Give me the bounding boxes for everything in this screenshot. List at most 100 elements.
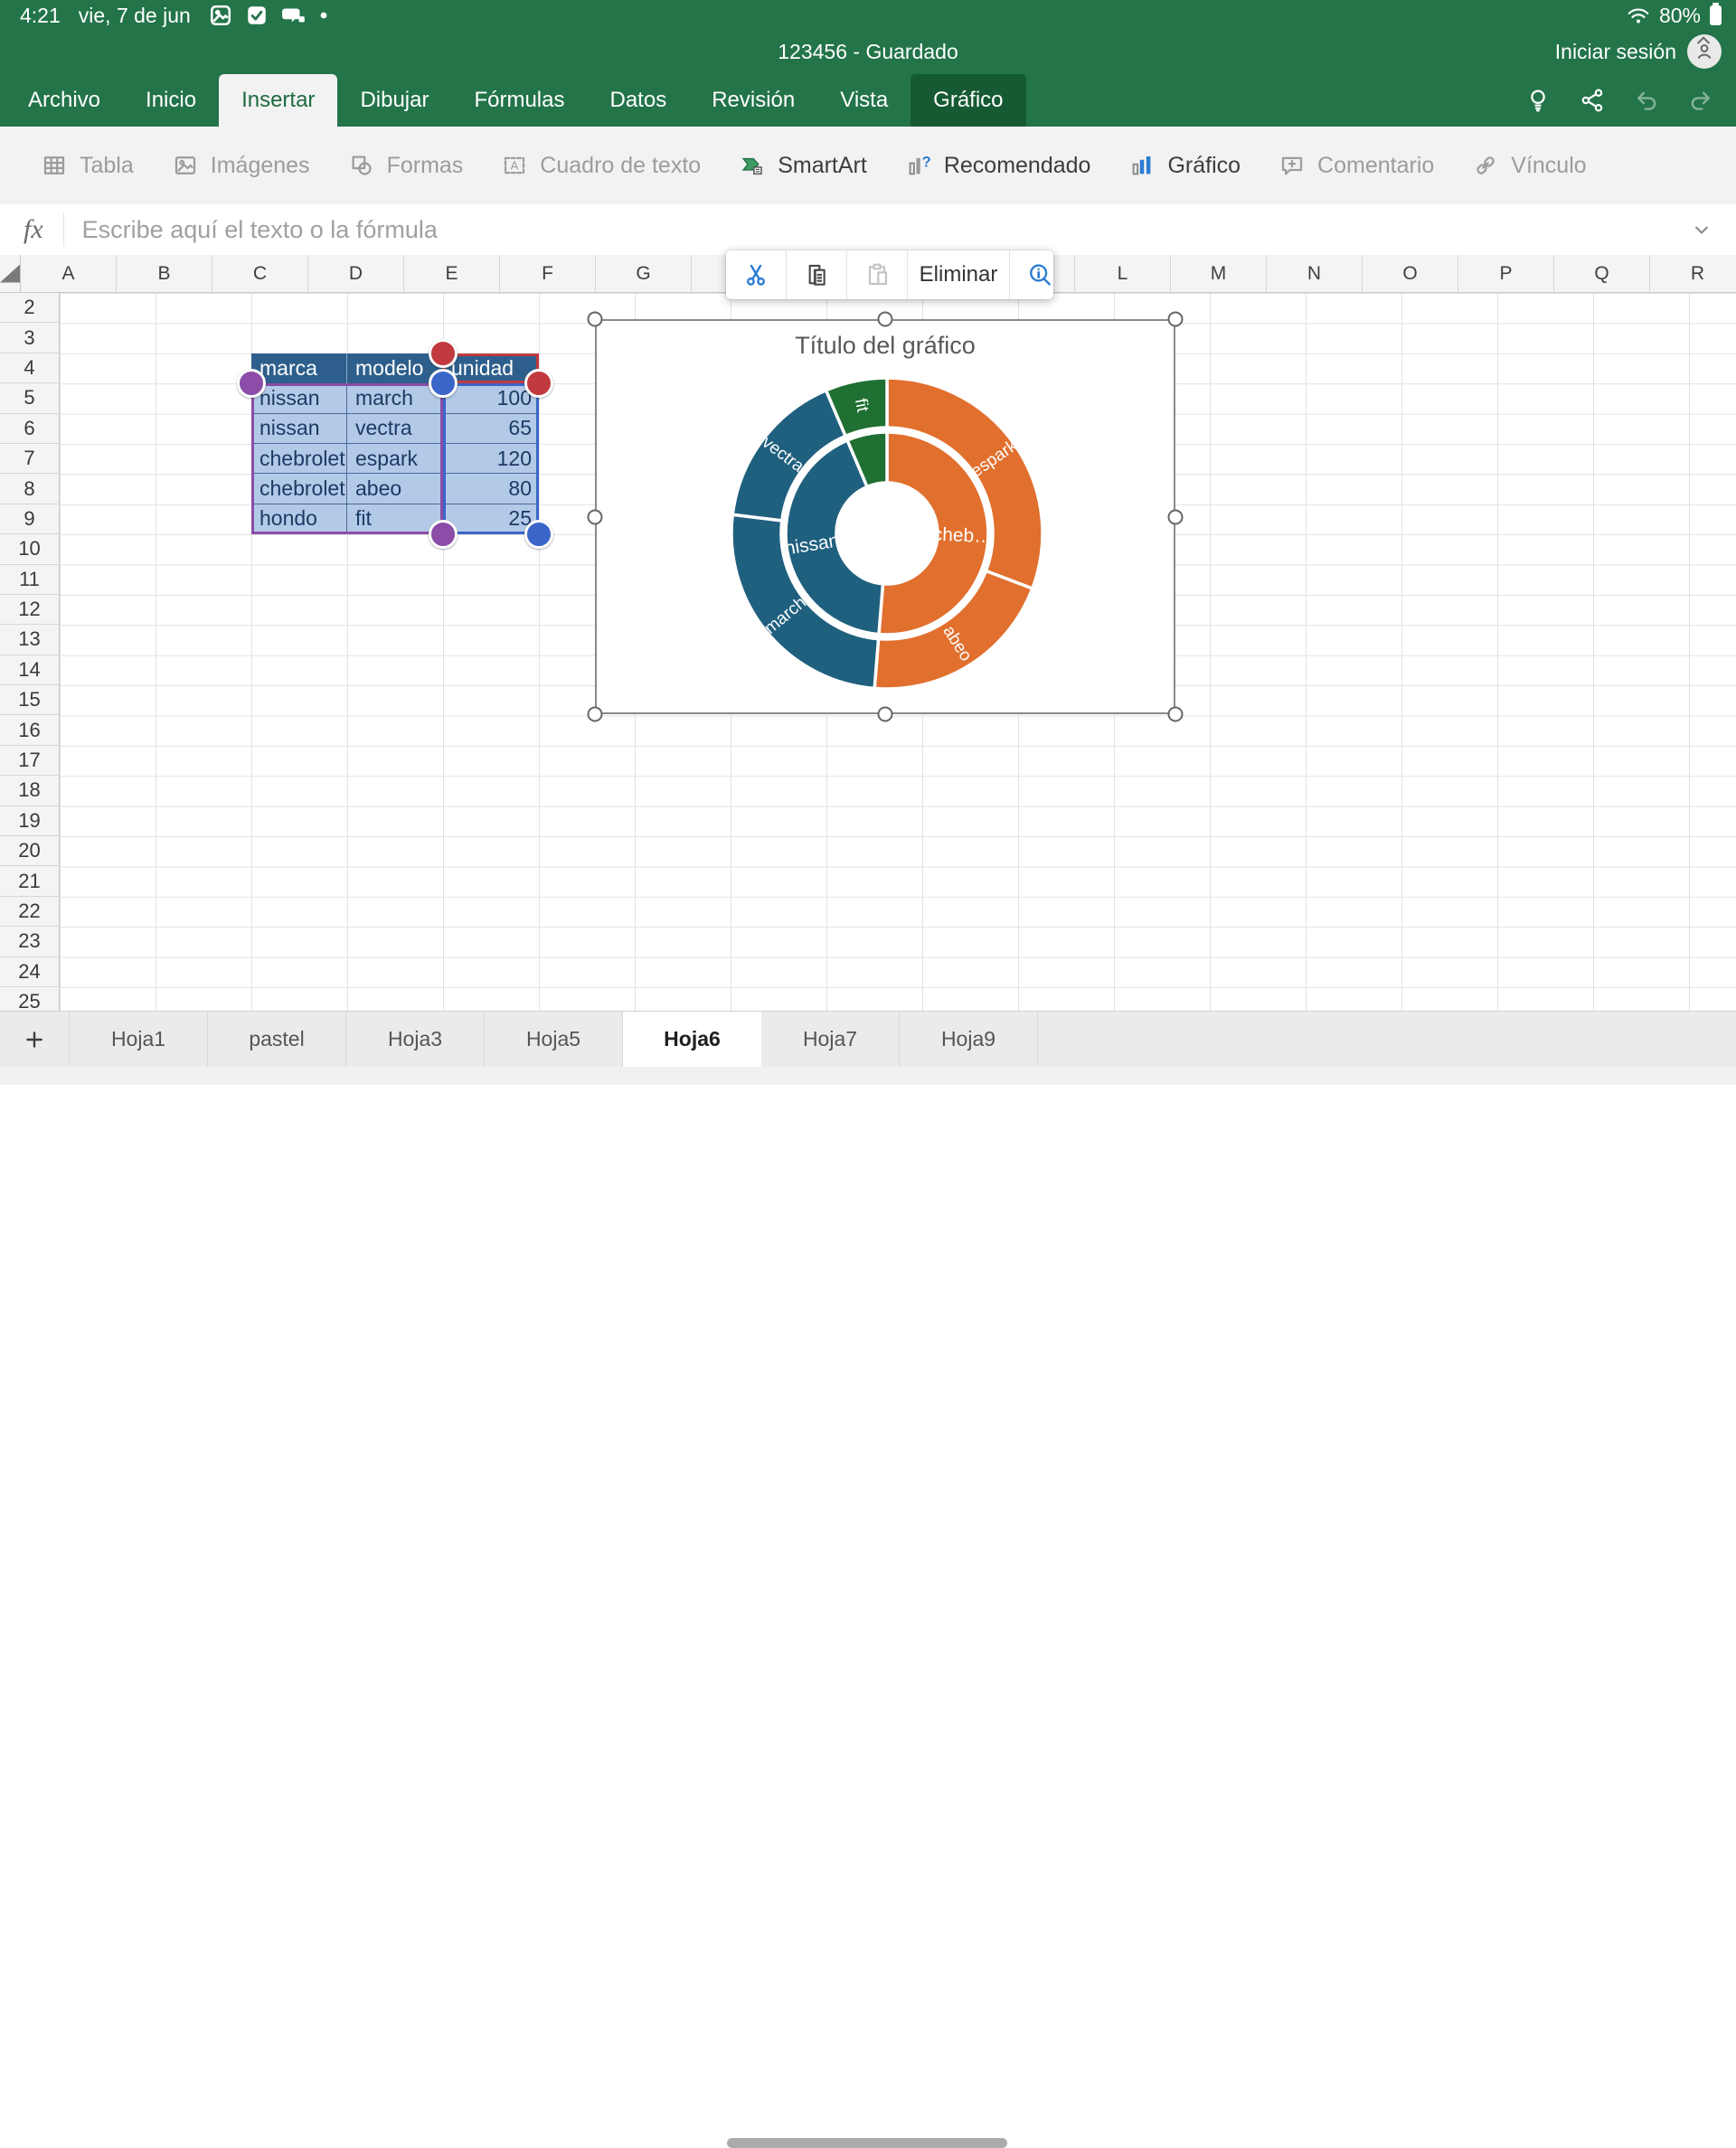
select-all-corner[interactable] <box>0 255 21 293</box>
sunburst-chart[interactable]: cheb…nissanesparkabeomarchvectrafit <box>720 366 1054 701</box>
chart-resize-handle[interactable] <box>878 707 893 722</box>
row-header-11[interactable]: 11 <box>0 565 60 595</box>
chart-resize-handle[interactable] <box>1168 707 1184 722</box>
row-header-8[interactable]: 8 <box>0 474 60 504</box>
ribbon-tab-gráfico[interactable]: Gráfico <box>910 74 1025 127</box>
add-sheet-button[interactable] <box>0 1012 70 1067</box>
row-header-2[interactable]: 2 <box>0 293 60 323</box>
ribbon-tab-inicio[interactable]: Inicio <box>123 74 219 127</box>
column-header-F[interactable]: F <box>500 255 596 293</box>
sheet-tab-hoja7[interactable]: Hoja7 <box>761 1012 900 1067</box>
column-header-Q[interactable]: Q <box>1554 255 1650 293</box>
table-cell[interactable]: chebrolet <box>251 444 347 474</box>
context-menu-cut[interactable] <box>726 250 787 299</box>
table-cell[interactable]: chebrolet <box>251 474 347 504</box>
chart-title[interactable]: Título del gráfico <box>597 332 1174 360</box>
collapse-ribbon-button[interactable] <box>1691 27 1716 52</box>
row-header-25[interactable]: 25 <box>0 987 60 1011</box>
row-header-16[interactable]: 16 <box>0 715 60 745</box>
sign-in-label[interactable]: Iniciar sesión <box>1555 40 1676 64</box>
table-cell[interactable]: abeo <box>347 474 443 504</box>
table-cell[interactable]: 80 <box>443 474 539 504</box>
selection-handle-red-bottom-right[interactable] <box>524 369 553 398</box>
row-header-24[interactable]: 24 <box>0 957 60 987</box>
row-header-6[interactable]: 6 <box>0 414 60 444</box>
chart-resize-handle[interactable] <box>588 312 603 327</box>
table-cell[interactable]: 120 <box>443 444 539 474</box>
row-header-22[interactable]: 22 <box>0 897 60 927</box>
formula-input[interactable]: Escribe aquí el texto o la fórmula <box>82 216 1689 244</box>
column-header-A[interactable]: A <box>21 255 117 293</box>
context-menu-delete[interactable]: Eliminar <box>908 250 1010 299</box>
ribbon-tab-vista[interactable]: Vista <box>817 74 910 127</box>
ribbon-tab-archivo[interactable]: Archivo <box>5 74 123 127</box>
chart-resize-handle[interactable] <box>588 707 603 722</box>
chart-object[interactable]: Título del gráfico cheb…nissanesparkabeo… <box>595 319 1175 714</box>
ribbon-tab-datos[interactable]: Datos <box>588 74 690 127</box>
table-cell[interactable]: espark <box>347 444 443 474</box>
column-header-R[interactable]: R <box>1650 255 1736 293</box>
sheet-tab-pastel[interactable]: pastel <box>208 1012 346 1067</box>
row-header-18[interactable]: 18 <box>0 776 60 806</box>
chart-resize-handle[interactable] <box>878 312 893 327</box>
column-header-B[interactable]: B <box>117 255 212 293</box>
row-header-20[interactable]: 20 <box>0 836 60 866</box>
row-header-23[interactable]: 23 <box>0 927 60 956</box>
column-header-O[interactable]: O <box>1363 255 1458 293</box>
column-header-L[interactable]: L <box>1075 255 1171 293</box>
table-cell[interactable]: vectra <box>347 414 443 444</box>
column-header-G[interactable]: G <box>596 255 692 293</box>
row-header-7[interactable]: 7 <box>0 444 60 474</box>
row-header-13[interactable]: 13 <box>0 625 60 655</box>
selection-handle-blue-top-left[interactable] <box>429 369 458 398</box>
chart-resize-handle[interactable] <box>1168 509 1184 524</box>
row-header-19[interactable]: 19 <box>0 806 60 836</box>
ribbon-tab-insertar[interactable]: Insertar <box>219 74 337 127</box>
chart-resize-handle[interactable] <box>588 509 603 524</box>
selection-handle-purple-top-left[interactable] <box>237 369 266 398</box>
ribbon-tab-fórmulas[interactable]: Fórmulas <box>451 74 587 127</box>
context-menu-copy[interactable] <box>787 250 847 299</box>
toolbar-smartart[interactable]: SmartArt <box>720 152 886 179</box>
column-header-P[interactable]: P <box>1458 255 1554 293</box>
table-header-marca[interactable]: marca <box>251 353 347 383</box>
table-cell[interactable]: nissan <box>251 383 347 413</box>
row-header-15[interactable]: 15 <box>0 685 60 715</box>
row-header-21[interactable]: 21 <box>0 866 60 896</box>
sheet-tab-hoja1[interactable]: Hoja1 <box>70 1012 208 1067</box>
column-header-N[interactable]: N <box>1267 255 1363 293</box>
ribbon-tab-revisión[interactable]: Revisión <box>689 74 817 127</box>
column-header-D[interactable]: D <box>308 255 404 293</box>
toolbar-recomendado[interactable]: ?Recomendado <box>886 152 1110 179</box>
context-menu-lookup[interactable] <box>1010 250 1053 299</box>
data-table[interactable]: marcamodelounidadnissanmarch100nissanvec… <box>251 353 539 534</box>
sheet-tab-hoja5[interactable]: Hoja5 <box>485 1012 623 1067</box>
ideas-button[interactable] <box>1524 87 1552 114</box>
selection-handle-purple-bottom-right[interactable] <box>429 520 458 549</box>
formula-bar[interactable]: fx Escribe aquí el texto o la fórmula <box>0 204 1736 256</box>
sheet-tab-hoja6[interactable]: Hoja6 <box>623 1012 761 1067</box>
table-cell[interactable]: hondo <box>251 504 347 534</box>
row-header-14[interactable]: 14 <box>0 655 60 685</box>
row-header-3[interactable]: 3 <box>0 323 60 353</box>
column-header-E[interactable]: E <box>404 255 500 293</box>
sheet-tab-hoja3[interactable]: Hoja3 <box>346 1012 485 1067</box>
table-cell[interactable]: 65 <box>443 414 539 444</box>
column-header-M[interactable]: M <box>1171 255 1267 293</box>
chevron-down-icon[interactable] <box>1689 217 1736 242</box>
selection-handle-blue-bottom-right[interactable] <box>524 520 553 549</box>
chart-resize-handle[interactable] <box>1168 312 1184 327</box>
column-header-C[interactable]: C <box>212 255 308 293</box>
row-header-9[interactable]: 9 <box>0 504 60 534</box>
ribbon-tab-dibujar[interactable]: Dibujar <box>337 74 451 127</box>
row-header-5[interactable]: 5 <box>0 383 60 413</box>
horizontal-scrollbar[interactable] <box>727 2138 1007 2148</box>
row-header-17[interactable]: 17 <box>0 746 60 776</box>
row-header-4[interactable]: 4 <box>0 353 60 383</box>
table-cell[interactable]: nissan <box>251 414 347 444</box>
sheet-tab-hoja9[interactable]: Hoja9 <box>900 1012 1038 1067</box>
selection-handle-red-top-left[interactable] <box>429 339 458 368</box>
share-button[interactable] <box>1579 87 1606 114</box>
row-header-12[interactable]: 12 <box>0 595 60 625</box>
toolbar-gráfico[interactable]: Gráfico <box>1109 152 1260 179</box>
